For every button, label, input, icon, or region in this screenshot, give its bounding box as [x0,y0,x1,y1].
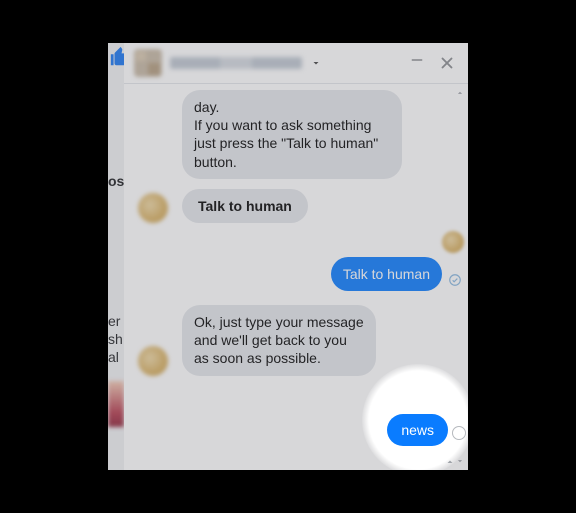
message-row-user-news: news [387,414,448,446]
message-row-bot-intro: day. If you want to ask something just p… [182,90,458,179]
chat-window: day. If you want to ask something just p… [124,43,468,470]
message-row-bot-ack: Ok, just type your message and we'll get… [182,305,458,376]
chevron-up-icon[interactable] [444,456,456,468]
bg-text-al: al [108,349,119,365]
chat-header [124,43,468,84]
scroll-down-icon[interactable] [455,456,465,466]
message-row-user-talk: Talk to human [182,257,458,291]
user-avatar [442,231,464,253]
bg-text-os: os [108,173,124,189]
check-circle-icon [448,273,462,287]
screenshot-stage: os er sh al day. If you want to ask [108,43,468,470]
bg-text-sh: sh [108,331,123,347]
quick-reply-talk-to-human[interactable]: Talk to human [182,189,308,223]
message-row-quick-reply: Talk to human [182,189,458,223]
close-button[interactable] [436,52,458,74]
minimize-button[interactable] [406,49,428,77]
bot-message: Ok, just type your message and we'll get… [182,305,376,376]
user-message-news: news [387,414,448,446]
contact-name[interactable] [170,57,302,69]
user-message: Talk to human [331,257,442,291]
chevron-down-icon[interactable] [310,57,322,69]
chat-body[interactable]: day. If you want to ask something just p… [124,84,468,470]
contact-avatar[interactable] [134,49,162,77]
bg-text-er: er [108,313,120,329]
bot-avatar [138,193,168,223]
bg-photo-strip [108,381,124,427]
bot-avatar [138,346,168,376]
delivered-indicator [452,426,466,440]
bot-message: day. If you want to ask something just p… [182,90,402,179]
